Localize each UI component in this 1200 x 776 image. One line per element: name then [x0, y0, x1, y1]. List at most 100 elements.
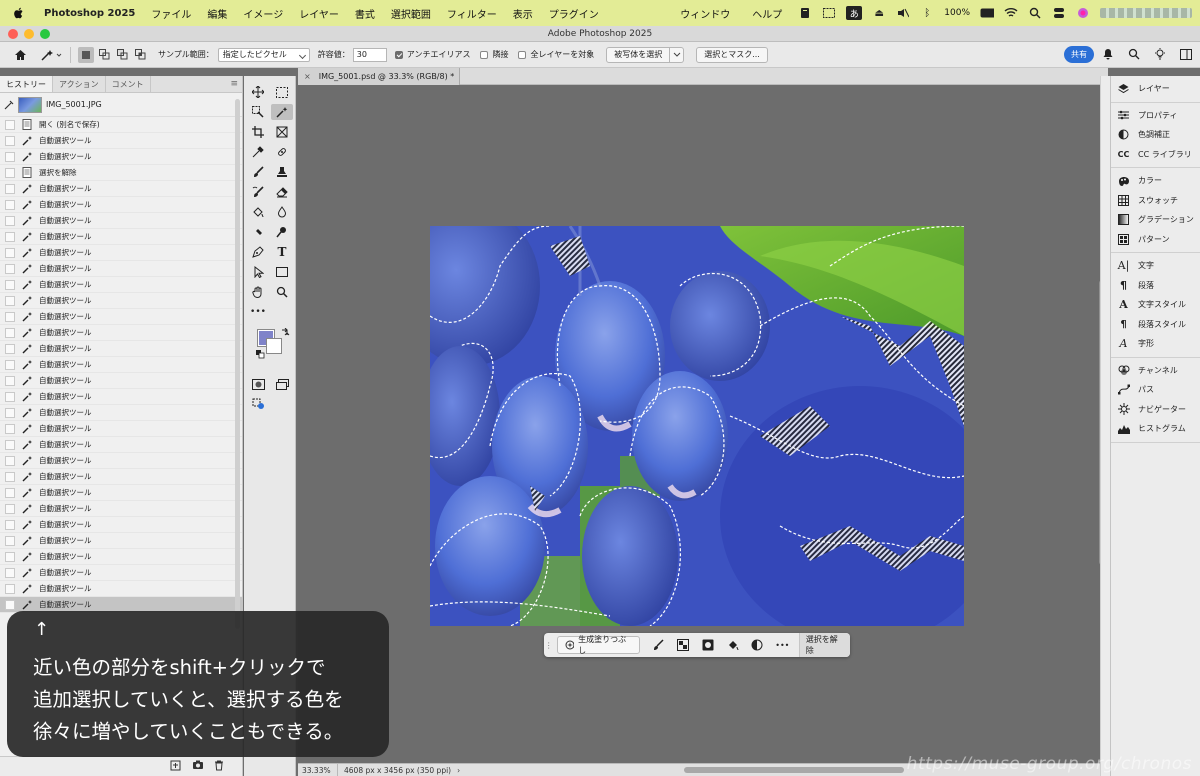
history-brush-source-box[interactable]	[5, 535, 15, 546]
history-state-row[interactable]: 自動選択ツール	[0, 181, 242, 197]
panel-channels[interactable]: チャンネル	[1111, 361, 1200, 381]
ime-indicator[interactable]: あ	[846, 6, 863, 20]
sample-size-select[interactable]: 指定したピクセル	[217, 47, 310, 62]
default-colors-icon[interactable]	[256, 350, 265, 359]
burn-tool-icon[interactable]	[271, 224, 293, 240]
panel-properties[interactable]: プロパティ	[1111, 106, 1200, 126]
history-state-row[interactable]: 選択を解除	[0, 165, 242, 181]
close-window-button[interactable]	[8, 29, 18, 39]
edit-in-quick-mask-icon[interactable]	[247, 396, 269, 412]
history-state-row[interactable]: 自動選択ツール	[0, 325, 242, 341]
history-state-row[interactable]: 自動選択ツール	[0, 229, 242, 245]
history-state-row[interactable]: 自動選択ツール	[0, 485, 242, 501]
brush-tool-icon[interactable]	[247, 164, 269, 180]
history-state-row[interactable]: 自動選択ツール	[0, 421, 242, 437]
magic-wand-icon[interactable]	[271, 104, 293, 120]
history-brush-source-box[interactable]	[5, 199, 15, 210]
history-brush-source-box[interactable]	[5, 183, 15, 194]
history-state-row[interactable]: 自動選択ツール	[0, 357, 242, 373]
history-state-row[interactable]: 自動選択ツール	[0, 133, 242, 149]
move-tool-icon[interactable]	[247, 84, 269, 100]
tab-comments[interactable]: コメント	[106, 76, 151, 92]
modify-selection-brush-icon[interactable]	[646, 633, 671, 657]
document-tab[interactable]: × IMG_5001.psd @ 33.3% (RGB/8) *	[298, 68, 460, 85]
history-brush-source-box[interactable]	[5, 263, 15, 274]
new-selection-icon[interactable]	[78, 46, 94, 63]
notifications-bell-icon[interactable]	[1102, 48, 1114, 62]
eraser-icon[interactable]	[271, 184, 293, 200]
history-state-row[interactable]: 自動選択ツール	[0, 581, 242, 597]
panel-glyphs[interactable]: A 字形	[1111, 334, 1200, 354]
panel-navigator[interactable]: ナビゲーター	[1111, 400, 1200, 420]
panel-gradient[interactable]: グラデーション	[1111, 210, 1200, 230]
hand-tool-icon[interactable]	[247, 284, 269, 300]
display-icon[interactable]	[822, 6, 836, 20]
search-icon[interactable]	[1128, 48, 1140, 62]
menu-edit[interactable]: 編集	[199, 6, 235, 21]
panel-pattern[interactable]: パターン	[1111, 230, 1200, 250]
history-state-row[interactable]: 自動選択ツール	[0, 437, 242, 453]
fill-selection-icon[interactable]	[720, 633, 745, 657]
bluetooth-icon[interactable]: ᛒ	[920, 6, 934, 20]
history-state-row[interactable]: 自動選択ツール	[0, 149, 242, 165]
select-and-mask-button[interactable]: 選択とマスク...	[696, 46, 768, 63]
battery-icon[interactable]	[980, 6, 994, 20]
select-subject-dropdown[interactable]	[670, 46, 685, 63]
history-brush-source-box[interactable]	[5, 407, 15, 418]
menu-image[interactable]: イメージ	[235, 6, 291, 21]
adjustment-layer-icon[interactable]	[745, 633, 770, 657]
add-to-selection-icon[interactable]	[96, 47, 112, 63]
history-state-row[interactable]: 自動選択ツール	[0, 341, 242, 357]
new-snapshot-camera-icon[interactable]	[192, 760, 204, 773]
mute-icon[interactable]	[896, 6, 910, 20]
menu-filter[interactable]: フィルター	[439, 6, 505, 21]
history-scrollbar[interactable]	[235, 99, 240, 629]
drag-handle-icon[interactable]: ⋮	[544, 633, 554, 657]
history-state-row[interactable]: 自動選択ツール	[0, 309, 242, 325]
app-menu[interactable]: Photoshop 2025	[36, 8, 143, 19]
panel-histogram[interactable]: ヒストグラム	[1111, 419, 1200, 439]
quick-mask-icon[interactable]	[247, 376, 269, 392]
antialias-checkbox[interactable]	[394, 50, 403, 59]
panel-paragraph[interactable]: ¶ 段落	[1111, 276, 1200, 296]
menu-file[interactable]: ファイル	[143, 6, 199, 21]
close-document-icon[interactable]: ×	[304, 72, 311, 81]
menu-layer[interactable]: レイヤー	[291, 6, 347, 21]
select-subject-button[interactable]: 被写体を選択	[606, 46, 671, 63]
menu-help[interactable]: ヘルプ	[746, 6, 788, 21]
history-state-row[interactable]: 自動選択ツール	[0, 469, 242, 485]
screen-mode-icon[interactable]	[271, 376, 293, 392]
history-brush-source-box[interactable]	[5, 167, 15, 178]
contiguous-checkbox[interactable]	[480, 50, 489, 59]
horizontal-scroll-thumb[interactable]	[684, 767, 904, 773]
home-icon[interactable]	[12, 47, 28, 63]
share-button[interactable]: 共有	[1064, 46, 1094, 63]
zoom-tool-icon[interactable]	[271, 284, 293, 300]
history-brush-source-box[interactable]	[5, 503, 15, 514]
discover-lightbulb-icon[interactable]	[1154, 47, 1166, 63]
deselect-button[interactable]: 選択を解除	[798, 633, 850, 657]
background-color[interactable]	[266, 338, 282, 354]
paint-bucket-icon[interactable]	[247, 204, 269, 220]
zoom-level[interactable]: 33.33%	[298, 763, 338, 776]
history-brush-source-box[interactable]	[5, 119, 15, 130]
swap-colors-icon[interactable]	[280, 328, 290, 338]
document-canvas-photo[interactable]	[430, 226, 964, 626]
menu-plugins[interactable]: プラグイン	[541, 6, 607, 21]
wifi-icon[interactable]	[1004, 6, 1018, 20]
history-brush-source-box[interactable]	[5, 567, 15, 578]
zoom-window-button[interactable]	[40, 29, 50, 39]
dodge-tool-icon[interactable]	[247, 224, 269, 240]
tab-history[interactable]: ヒストリー	[0, 76, 53, 92]
history-brush-source-box[interactable]	[5, 599, 15, 610]
history-brush-source-box[interactable]	[5, 439, 15, 450]
panel-menu-icon[interactable]: ≡	[230, 79, 238, 89]
history-brush-source-box[interactable]	[5, 583, 15, 594]
menu-window[interactable]: ウィンドウ	[674, 6, 736, 21]
pen-tool-icon[interactable]	[247, 244, 269, 260]
history-state-row[interactable]: 自動選択ツール	[0, 261, 242, 277]
history-state-row[interactable]: 自動選択ツール	[0, 197, 242, 213]
history-state-row[interactable]: 自動選択ツール	[0, 453, 242, 469]
panel-character[interactable]: A| 文字	[1111, 256, 1200, 276]
history-state-row[interactable]: 自動選択ツール	[0, 405, 242, 421]
